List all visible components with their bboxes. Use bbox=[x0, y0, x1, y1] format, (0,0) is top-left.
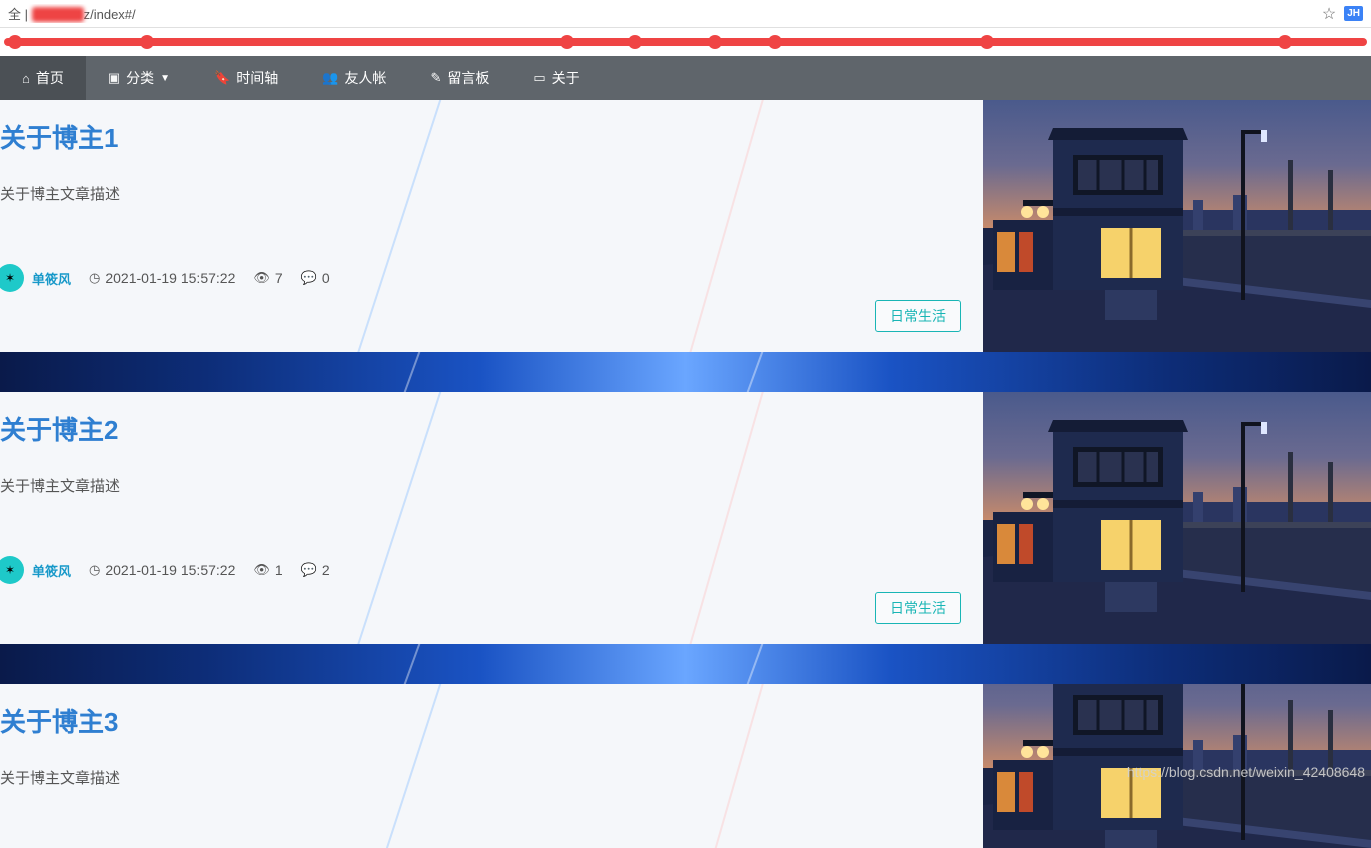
post-divider bbox=[0, 644, 1371, 684]
nav-label: 分类 bbox=[126, 68, 154, 88]
post-card: 关于博主3 关于博主文章描述 bbox=[0, 684, 1371, 848]
author-link[interactable]: 单筱风 bbox=[32, 269, 71, 288]
archive-icon: ▣ bbox=[108, 70, 120, 86]
browser-url-bar: 全 | xxxxxxxxz/index#/ ☆ JH bbox=[0, 0, 1371, 28]
nav-label: 首页 bbox=[36, 68, 64, 88]
nav-label: 友人帐 bbox=[344, 68, 386, 88]
author-avatar[interactable]: ✶ bbox=[0, 264, 24, 292]
post-views: 👁7 bbox=[253, 270, 282, 286]
post-thumbnail[interactable] bbox=[983, 100, 1371, 352]
tag-icon: 🔖 bbox=[214, 70, 230, 86]
post-thumbnail[interactable] bbox=[983, 684, 1371, 848]
main-nav: ⌂ 首页 ▣ 分类 ▼ 🔖 时间轴 👥 友人帐 ✎ 留言板 ▭ 关于 bbox=[0, 56, 1371, 100]
bookmark-star-icon[interactable]: ☆ bbox=[1322, 4, 1336, 24]
author-avatar[interactable]: ✶ bbox=[0, 556, 24, 584]
eye-icon: 👁 bbox=[253, 562, 270, 578]
author-link[interactable]: 单筱风 bbox=[32, 561, 71, 580]
post-divider bbox=[0, 352, 1371, 392]
post-thumbnail-image bbox=[983, 684, 1371, 848]
nav-item-friends[interactable]: 👥 友人帐 bbox=[300, 56, 408, 100]
redacted-bookmark-bar bbox=[0, 28, 1371, 56]
clock-icon: ◷ bbox=[89, 562, 100, 578]
nav-label: 时间轴 bbox=[236, 68, 278, 88]
post-description: 关于博主文章描述 bbox=[0, 183, 971, 204]
post-date: ◷2021-01-19 15:57:22 bbox=[89, 562, 235, 578]
chevron-down-icon: ▼ bbox=[160, 73, 170, 84]
post-thumbnail-image bbox=[983, 100, 1371, 352]
comment-icon: 💬 bbox=[301, 562, 317, 578]
home-icon: ⌂ bbox=[22, 71, 30, 86]
post-card: 关于博主2 关于博主文章描述 ✶ 单筱风 ◷2021-01-19 15:57:22 👁1 💬… bbox=[0, 392, 1371, 644]
post-title[interactable]: 关于博主2 bbox=[0, 410, 971, 447]
post-date: ◷2021-01-19 15:57:22 bbox=[89, 270, 235, 286]
url-text: 全 | xxxxxxxxz/index#/ bbox=[8, 4, 1322, 23]
comment-icon: 💬 bbox=[301, 270, 317, 286]
nav-item-category[interactable]: ▣ 分类 ▼ bbox=[86, 56, 192, 100]
post-title[interactable]: 关于博主3 bbox=[0, 702, 971, 739]
nav-item-guestbook[interactable]: ✎ 留言板 bbox=[408, 56, 511, 100]
nav-item-about[interactable]: ▭ 关于 bbox=[511, 56, 601, 100]
id-icon: ▭ bbox=[533, 70, 545, 86]
post-card: 关于博主1 关于博主文章描述 ✶ 单筱风 ◷2021-01-19 15:57:22 👁7 💬… bbox=[0, 100, 1371, 352]
nav-item-home[interactable]: ⌂ 首页 bbox=[0, 56, 86, 100]
post-thumbnail[interactable] bbox=[983, 392, 1371, 644]
post-title[interactable]: 关于博主1 bbox=[0, 118, 971, 155]
nav-label: 留言板 bbox=[447, 68, 489, 88]
post-meta: ✶ 单筱风 ◷2021-01-19 15:57:22 👁1 💬2 bbox=[0, 556, 971, 584]
users-icon: 👥 bbox=[322, 70, 338, 86]
clock-icon: ◷ bbox=[89, 270, 100, 286]
post-comments: 💬0 bbox=[301, 270, 330, 286]
nav-item-timeline[interactable]: 🔖 时间轴 bbox=[192, 56, 300, 100]
post-description: 关于博主文章描述 bbox=[0, 767, 971, 788]
eye-icon: 👁 bbox=[253, 270, 270, 286]
post-meta: ✶ 单筱风 ◷2021-01-19 15:57:22 👁7 💬0 bbox=[0, 264, 971, 292]
post-tag[interactable]: 日常生活 bbox=[875, 300, 961, 332]
extension-badge[interactable]: JH bbox=[1344, 6, 1363, 21]
post-views: 👁1 bbox=[253, 562, 282, 578]
nav-label: 关于 bbox=[552, 68, 580, 88]
post-comments: 💬2 bbox=[301, 562, 330, 578]
post-description: 关于博主文章描述 bbox=[0, 475, 971, 496]
pencil-icon: ✎ bbox=[430, 70, 441, 86]
post-thumbnail-image bbox=[983, 392, 1371, 644]
post-tag[interactable]: 日常生活 bbox=[875, 592, 961, 624]
